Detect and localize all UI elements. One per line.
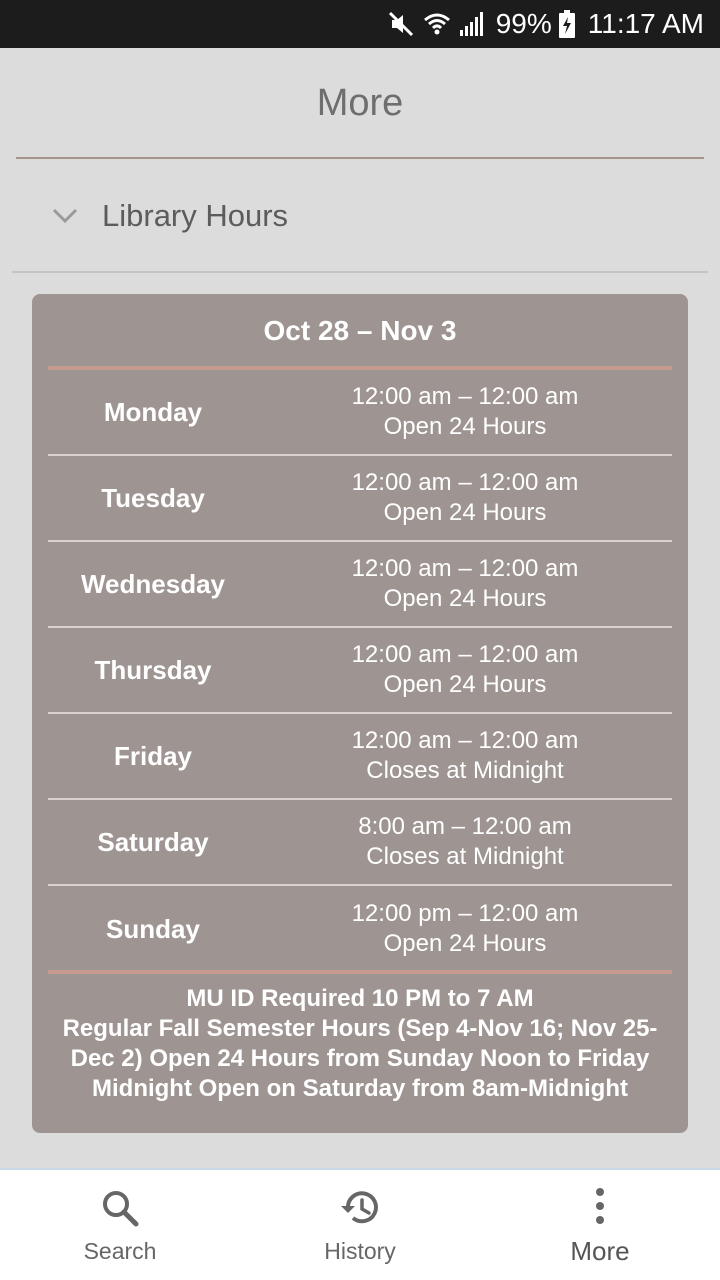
hours-note: Open 24 Hours — [383, 671, 547, 698]
status-bar: 99% 11:17 AM — [0, 0, 720, 48]
header-divider — [16, 157, 704, 159]
signal-icon — [458, 0, 486, 48]
nav-label: More — [570, 1235, 630, 1266]
notes-line: Regular Fall Semester Hours (Sep 4-Nov 1… — [62, 1015, 658, 1042]
hours-value: 12:00 am – 12:00 am Open 24 Hours — [258, 554, 672, 614]
week-range: Oct 28 – Nov 3 — [263, 315, 457, 346]
notes-line: Midnight Open on Saturday from 8am-Midni… — [92, 1075, 628, 1102]
day-label: Monday — [103, 396, 203, 427]
hours-value: 12:00 pm – 12:00 am Open 24 Hours — [258, 899, 672, 959]
bottom-navigation: Search History More — [0, 1168, 720, 1280]
mute-icon — [386, 0, 416, 48]
library-hours-section[interactable]: Library Hours — [12, 160, 708, 273]
hours-row: Wednesday 12:00 am – 12:00 am Open 24 Ho… — [48, 542, 672, 628]
battery-charging-icon — [558, 0, 576, 48]
hours-card: Oct 28 – Nov 3 Monday 12:00 am – 12:00 a… — [32, 294, 688, 1133]
hours-value: 12:00 am – 12:00 am Open 24 Hours — [258, 468, 672, 528]
time-range: 8:00 am – 12:00 am — [358, 813, 572, 840]
day-label: Wednesday — [80, 568, 225, 599]
nav-history[interactable]: History — [240, 1170, 480, 1280]
day-label: Sunday — [106, 913, 200, 944]
page-title: More — [316, 81, 404, 124]
hours-row: Monday 12:00 am – 12:00 am Open 24 Hours — [48, 370, 672, 456]
notes-line: MU ID Required 10 PM to 7 AM — [186, 985, 534, 1012]
wifi-icon — [422, 0, 452, 48]
hours-value: 12:00 am – 12:00 am Open 24 Hours — [258, 382, 672, 442]
time-range: 12:00 am – 12:00 am — [351, 727, 579, 754]
chevron-down-icon — [50, 201, 80, 231]
time-range: 12:00 pm – 12:00 am — [351, 900, 579, 927]
time-range: 12:00 am – 12:00 am — [351, 555, 579, 582]
hours-row: Thursday 12:00 am – 12:00 am Open 24 Hou… — [48, 628, 672, 714]
hours-row: Friday 12:00 am – 12:00 am Closes at Mid… — [48, 714, 672, 800]
hours-value: 12:00 am – 12:00 am Closes at Midnight — [258, 726, 672, 786]
nav-search[interactable]: Search — [0, 1170, 240, 1280]
hours-note: Open 24 Hours — [383, 930, 547, 957]
more-vertical-icon — [594, 1184, 606, 1228]
hours-value: 12:00 am – 12:00 am Open 24 Hours — [258, 640, 672, 700]
hours-note: Open 24 Hours — [383, 499, 547, 526]
hours-note: Open 24 Hours — [383, 585, 547, 612]
day-label: Saturday — [97, 826, 209, 857]
history-icon — [338, 1186, 382, 1230]
hours-table: Monday 12:00 am – 12:00 am Open 24 Hours… — [48, 370, 672, 972]
hours-value: 8:00 am – 12:00 am Closes at Midnight — [258, 812, 672, 872]
time-range: 12:00 am – 12:00 am — [351, 641, 579, 668]
hours-note: Open 24 Hours — [383, 413, 547, 440]
battery-percentage: 99% — [495, 8, 552, 39]
hours-notes: MU ID Required 10 PM to 7 AM Regular Fal… — [48, 984, 672, 1104]
page-header: More — [0, 48, 720, 158]
section-label: Library Hours — [102, 197, 289, 233]
card-divider-bottom — [48, 970, 672, 974]
hours-row: Tuesday 12:00 am – 12:00 am Open 24 Hour… — [48, 456, 672, 542]
day-label: Tuesday — [101, 482, 205, 513]
notes-line: Dec 2) Open 24 Hours from Sunday Noon to… — [70, 1045, 650, 1072]
nav-label: History — [324, 1237, 396, 1264]
nav-more[interactable]: More — [480, 1170, 720, 1280]
search-icon — [100, 1186, 140, 1230]
clock: 11:17 AM — [587, 8, 704, 39]
time-range: 12:00 am – 12:00 am — [351, 469, 579, 496]
day-label: Friday — [113, 740, 193, 771]
day-label: Thursday — [94, 654, 212, 685]
hours-note: Closes at Midnight — [366, 757, 564, 784]
hours-row: Sunday 12:00 pm – 12:00 am Open 24 Hours — [48, 886, 672, 972]
time-range: 12:00 am – 12:00 am — [351, 383, 579, 410]
hours-note: Closes at Midnight — [366, 843, 564, 870]
hours-row: Saturday 8:00 am – 12:00 am Closes at Mi… — [48, 800, 672, 886]
nav-label: Search — [83, 1237, 157, 1264]
